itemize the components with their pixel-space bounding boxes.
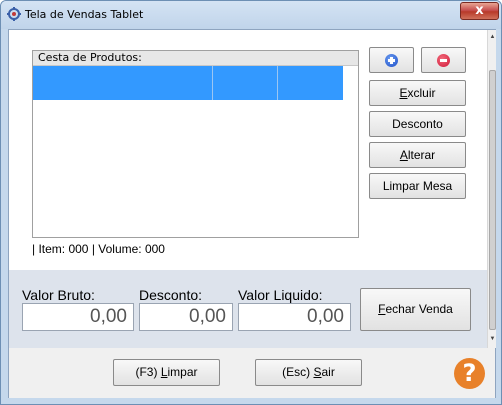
close-icon: x	[475, 3, 484, 18]
question-circle-icon[interactable]: ?	[454, 358, 485, 389]
desconto-label: Desconto:	[139, 287, 203, 303]
remove-item-button[interactable]	[421, 47, 466, 73]
add-item-button[interactable]	[369, 47, 414, 73]
selected-row[interactable]	[33, 66, 343, 100]
desconto-field[interactable]: 0,00	[139, 303, 233, 331]
close-button[interactable]: x	[460, 2, 499, 20]
scroll-thumb[interactable]	[489, 70, 496, 330]
footer-bar: (F3) Limpar (Esc) Sair ?	[9, 348, 495, 398]
totals-panel: Valor Bruto: 0,00 Desconto: 0,00 Valor L…	[9, 270, 487, 348]
sair-button[interactable]: (Esc) Sair	[255, 359, 362, 386]
desconto-button[interactable]: Desconto	[369, 111, 466, 137]
title-bar[interactable]: Tela de Vendas Tablet x	[1, 1, 501, 29]
valor-bruto-label: Valor Bruto:	[22, 287, 95, 303]
grid-cell[interactable]	[213, 66, 278, 100]
fechar-venda-button[interactable]: Fechar Venda	[360, 288, 471, 331]
plus-circle-icon	[385, 54, 398, 67]
minus-circle-icon	[437, 54, 450, 67]
grid-cell[interactable]	[33, 66, 213, 100]
grid-cell[interactable]	[278, 66, 343, 100]
valor-liquido-field[interactable]: 0,00	[238, 303, 351, 331]
item-volume-status: | Item: 000 | Volume: 000	[32, 242, 165, 256]
valor-liquido-label: Valor Liquido:	[238, 287, 323, 303]
basket-caption: Cesta de Produtos:	[33, 51, 358, 66]
sales-window: Tela de Vendas Tablet x Cesta de Produto…	[0, 0, 502, 405]
limpar-button[interactable]: (F3) Limpar	[113, 359, 220, 386]
alterar-button[interactable]: Alterar	[369, 142, 466, 168]
vertical-scrollbar[interactable]: ▲ ▼	[487, 30, 496, 348]
app-icon	[7, 7, 21, 21]
scroll-down-icon[interactable]: ▼	[489, 336, 496, 342]
products-panel: Cesta de Produtos: | Item: 000 | Volume:…	[9, 30, 487, 270]
client-area: Cesta de Produtos: | Item: 000 | Volume:…	[8, 29, 496, 398]
window-title: Tela de Vendas Tablet	[25, 8, 144, 21]
product-basket-grid[interactable]: Cesta de Produtos:	[32, 50, 359, 238]
scroll-up-icon[interactable]: ▲	[489, 34, 496, 40]
limpar-mesa-button[interactable]: Limpar Mesa	[369, 173, 466, 199]
valor-bruto-field[interactable]: 0,00	[22, 303, 134, 331]
excluir-button[interactable]: Excluir	[369, 80, 466, 106]
